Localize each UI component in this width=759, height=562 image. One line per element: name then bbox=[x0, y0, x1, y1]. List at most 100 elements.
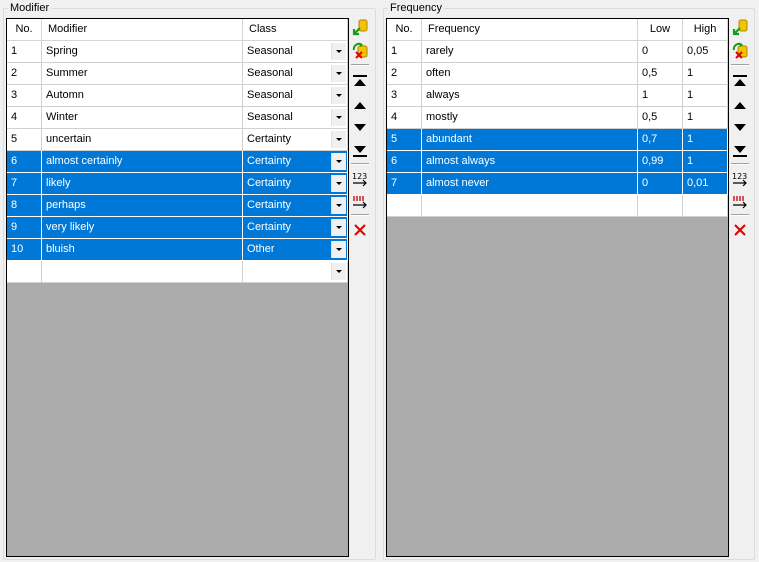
cell-high[interactable]: 1 bbox=[683, 129, 728, 151]
cell-frequency[interactable]: always bbox=[422, 85, 638, 107]
cell-no[interactable]: 6 bbox=[7, 151, 42, 173]
chevron-down-icon[interactable] bbox=[331, 153, 346, 170]
table-row[interactable]: 7 almost never 0 0,01 bbox=[387, 173, 728, 195]
cell-frequency[interactable] bbox=[422, 195, 638, 217]
cell-no[interactable]: 1 bbox=[387, 41, 422, 63]
column-header-high[interactable]: High bbox=[683, 19, 728, 41]
cell-modifier[interactable]: Winter bbox=[42, 107, 243, 129]
cell-low[interactable]: 0,99 bbox=[638, 151, 683, 173]
cell-modifier[interactable]: Summer bbox=[42, 63, 243, 85]
cell-no[interactable]: 1 bbox=[7, 41, 42, 63]
cell-modifier[interactable]: very likely bbox=[42, 217, 243, 239]
chevron-down-icon[interactable] bbox=[331, 175, 346, 192]
table-row[interactable]: 1 Spring Seasonal bbox=[7, 41, 348, 63]
cell-class[interactable]: Certainty bbox=[243, 173, 348, 195]
cell-class[interactable]: Seasonal bbox=[243, 63, 348, 85]
cell-no[interactable]: 4 bbox=[7, 107, 42, 129]
chevron-down-icon[interactable] bbox=[331, 43, 346, 60]
table-row[interactable] bbox=[387, 195, 728, 217]
cell-no[interactable]: 9 bbox=[7, 217, 42, 239]
cell-no[interactable]: 7 bbox=[7, 173, 42, 195]
table-row[interactable]: 1 rarely 0 0,05 bbox=[387, 41, 728, 63]
cell-frequency[interactable]: almost never bbox=[422, 173, 638, 195]
cell-low[interactable]: 1 bbox=[638, 85, 683, 107]
column-header-class[interactable]: Class bbox=[243, 19, 348, 41]
cell-high[interactable]: 1 bbox=[683, 85, 728, 107]
cell-no[interactable]: 4 bbox=[387, 107, 422, 129]
chevron-down-icon[interactable] bbox=[331, 241, 346, 258]
cell-no[interactable]: 2 bbox=[387, 63, 422, 85]
cell-class[interactable]: Certainty bbox=[243, 217, 348, 239]
chevron-down-icon[interactable] bbox=[331, 263, 346, 280]
cell-modifier[interactable]: likely bbox=[42, 173, 243, 195]
move-last-button[interactable] bbox=[729, 141, 751, 161]
frequency-grid[interactable]: No. Frequency Low High 1 rarely 0 0,05 2 ofte… bbox=[386, 18, 729, 557]
cell-no[interactable]: 5 bbox=[387, 129, 422, 151]
move-down-button[interactable] bbox=[349, 118, 371, 138]
table-row[interactable]: 2 often 0,5 1 bbox=[387, 63, 728, 85]
renumber-button[interactable]: 123 bbox=[729, 169, 751, 189]
cell-modifier[interactable]: Automn bbox=[42, 85, 243, 107]
cell-frequency[interactable]: mostly bbox=[422, 107, 638, 129]
cell-no[interactable] bbox=[387, 195, 422, 217]
cell-low[interactable]: 0,5 bbox=[638, 107, 683, 129]
cell-low[interactable]: 0,5 bbox=[638, 63, 683, 85]
table-row[interactable]: 8 perhaps Certainty bbox=[7, 195, 348, 217]
delete-button[interactable] bbox=[729, 220, 751, 240]
column-header-low[interactable]: Low bbox=[638, 19, 683, 41]
move-up-button[interactable] bbox=[729, 95, 751, 115]
cell-no[interactable]: 10 bbox=[7, 239, 42, 261]
cell-modifier[interactable]: Spring bbox=[42, 41, 243, 63]
cell-frequency[interactable]: rarely bbox=[422, 41, 638, 63]
chevron-down-icon[interactable] bbox=[331, 219, 346, 236]
cell-class[interactable] bbox=[243, 261, 348, 283]
cell-low[interactable]: 0 bbox=[638, 173, 683, 195]
cell-class[interactable]: Certainty bbox=[243, 151, 348, 173]
table-row[interactable]: 9 very likely Certainty bbox=[7, 217, 348, 239]
cell-no[interactable]: 6 bbox=[387, 151, 422, 173]
cell-class[interactable]: Seasonal bbox=[243, 85, 348, 107]
refresh-button[interactable] bbox=[729, 40, 751, 60]
cell-no[interactable]: 7 bbox=[387, 173, 422, 195]
cell-modifier[interactable]: perhaps bbox=[42, 195, 243, 217]
cell-high[interactable] bbox=[683, 195, 728, 217]
move-first-button[interactable] bbox=[349, 71, 371, 91]
table-row[interactable]: 7 likely Certainty bbox=[7, 173, 348, 195]
modifier-grid[interactable]: No. Modifier Class 1 Spring Seasonal 2 Summe… bbox=[6, 18, 349, 557]
cell-low[interactable]: 0 bbox=[638, 41, 683, 63]
cell-high[interactable]: 0,01 bbox=[683, 173, 728, 195]
chevron-down-icon[interactable] bbox=[331, 131, 346, 148]
table-row[interactable]: 2 Summer Seasonal bbox=[7, 63, 348, 85]
sort-button[interactable] bbox=[729, 192, 751, 212]
move-up-button[interactable] bbox=[349, 95, 371, 115]
cell-frequency[interactable]: almost always bbox=[422, 151, 638, 173]
table-row[interactable]: 5 abundant 0,7 1 bbox=[387, 129, 728, 151]
table-row[interactable]: 5 uncertain Certainty bbox=[7, 129, 348, 151]
cell-modifier[interactable]: bluish bbox=[42, 239, 243, 261]
table-row[interactable]: 6 almost certainly Certainty bbox=[7, 151, 348, 173]
table-row[interactable]: 4 Winter Seasonal bbox=[7, 107, 348, 129]
sort-button[interactable] bbox=[349, 192, 371, 212]
table-row[interactable]: 4 mostly 0,5 1 bbox=[387, 107, 728, 129]
move-down-button[interactable] bbox=[729, 118, 751, 138]
cell-class[interactable]: Seasonal bbox=[243, 107, 348, 129]
cell-high[interactable]: 1 bbox=[683, 151, 728, 173]
cell-frequency[interactable]: often bbox=[422, 63, 638, 85]
chevron-down-icon[interactable] bbox=[331, 65, 346, 82]
import-button[interactable] bbox=[349, 18, 371, 38]
table-row[interactable] bbox=[7, 261, 348, 283]
table-row[interactable]: 6 almost always 0,99 1 bbox=[387, 151, 728, 173]
cell-class[interactable]: Certainty bbox=[243, 195, 348, 217]
cell-class[interactable]: Other bbox=[243, 239, 348, 261]
column-header-no[interactable]: No. bbox=[387, 19, 422, 41]
table-row[interactable]: 3 always 1 1 bbox=[387, 85, 728, 107]
column-header-no[interactable]: No. bbox=[7, 19, 42, 41]
table-row[interactable]: 10 bluish Other bbox=[7, 239, 348, 261]
cell-no[interactable]: 2 bbox=[7, 63, 42, 85]
chevron-down-icon[interactable] bbox=[331, 109, 346, 126]
renumber-button[interactable]: 123 bbox=[349, 169, 371, 189]
cell-high[interactable]: 1 bbox=[683, 107, 728, 129]
chevron-down-icon[interactable] bbox=[331, 197, 346, 214]
cell-no[interactable]: 3 bbox=[7, 85, 42, 107]
cell-frequency[interactable]: abundant bbox=[422, 129, 638, 151]
